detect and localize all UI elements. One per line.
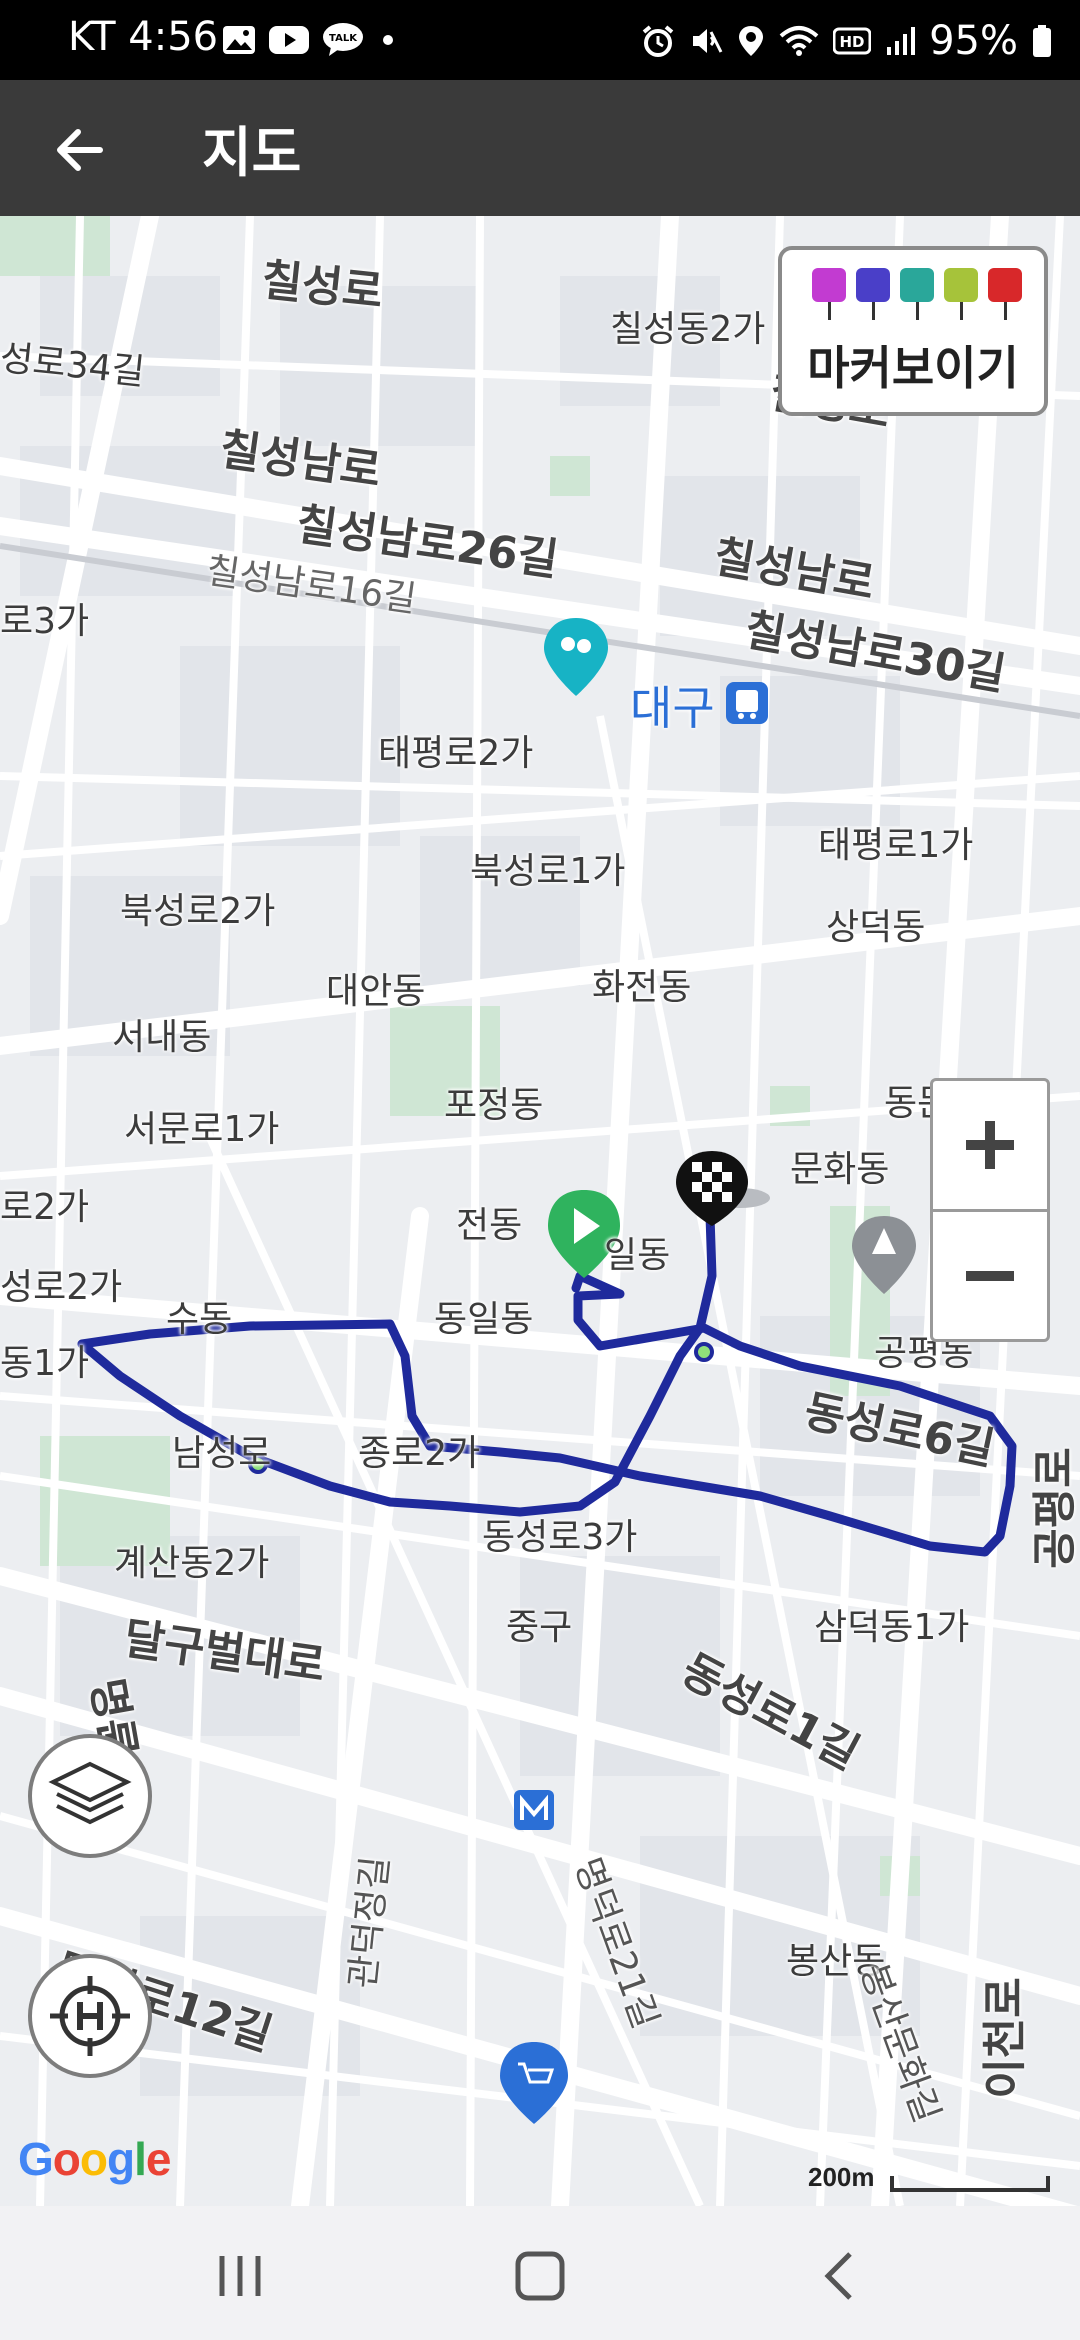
map-label-seongro-2ga: 성로2가 (0, 1267, 123, 1308)
map-label-seomun-ro-1ga: 서문로1가 (124, 1109, 280, 1150)
recent-apps-icon[interactable] (210, 2248, 270, 2304)
map-label-jeon-dong: 전동 (456, 1205, 523, 1246)
map-label-jung-gu: 중구 (506, 1607, 573, 1648)
metro-icon[interactable] (514, 1790, 554, 1830)
map-label-bukseong-ro-1ga: 북성로1가 (470, 851, 626, 892)
map-label-gongpyeong-ro: 공평로 (1029, 1447, 1080, 1569)
map-label-dongseong-ro-3ga: 동성로3가 (482, 1517, 638, 1558)
show-markers-label: 마커보이기 (807, 341, 1019, 395)
scale-bar (890, 2176, 1050, 2192)
zoom-controls (930, 1078, 1050, 1342)
train-station-icon[interactable] (726, 682, 768, 724)
map-label-chilseong-dong-2ga: 칠성동2가 (610, 309, 766, 350)
map-label-daean-dong: 대안동 (326, 971, 426, 1012)
map-label-hwajeon-dong: 화전동 (592, 967, 692, 1008)
home-location-button[interactable] (28, 1954, 152, 2078)
map-label-jongro-2ga: 종로2가 (358, 1433, 481, 1474)
mute-icon (693, 29, 723, 53)
system-nav-bar (0, 2206, 1080, 2340)
map-label-dong-1ga: 동1가 (0, 1343, 90, 1384)
google-attribution-text: Google (18, 2133, 171, 2185)
photo-marker-icon (812, 268, 846, 320)
map-label-taepyeong-ro-2ga: 태평로2가 (378, 733, 534, 774)
video-marker-icon (856, 268, 890, 320)
marker-flags (812, 268, 1022, 320)
layers-button[interactable] (28, 1734, 152, 1858)
signal-icon (887, 27, 916, 55)
talk-icon: TALK (323, 23, 363, 56)
map-label-pojeong-dong: 포정동 (444, 1085, 544, 1126)
status-bar: KT 4:56 TALK HD 95% (0, 0, 1080, 80)
back-icon[interactable] (810, 2248, 870, 2304)
map-label-seonae-dong: 서내동 (112, 1017, 212, 1058)
map-label-taepyeong-ro-1ga: 태평로1가 (818, 825, 974, 866)
map-label-il-dong: 일동 (604, 1235, 671, 1276)
map-base (0, 216, 1080, 2206)
back-arrow-icon[interactable] (48, 118, 112, 182)
map-label-chilseong-ro: 칠성로 (259, 254, 386, 319)
map-label-munhwa-dong: 문화동 (790, 1149, 890, 1190)
minus-icon (966, 1271, 1014, 1281)
alert-marker-icon (988, 268, 1022, 320)
map-label-gyesan-dong-2ga: 계산동2가 (114, 1543, 270, 1584)
battery-percent: 95% (929, 18, 1018, 64)
app-bar: 지도 (0, 80, 1080, 216)
youtube-icon (269, 26, 309, 54)
zoom-in-button[interactable] (933, 1081, 1047, 1209)
zoom-out-button[interactable] (933, 1212, 1047, 1340)
gallery-icon (223, 26, 255, 54)
google-attribution: Google (18, 2132, 171, 2186)
wifi-icon (779, 26, 819, 56)
map-label-bukseong-ro-2ga: 북성로2가 (120, 891, 276, 932)
hd-icon: HD (833, 27, 872, 55)
dot-icon (383, 35, 393, 45)
voice-marker-icon (900, 268, 934, 320)
layers-icon (48, 1761, 132, 1825)
scale-label: 200m (808, 2162, 875, 2192)
map-label-namseong-ro: 남성로 (172, 1433, 272, 1474)
map-view[interactable]: 칠성로 칠성동2가 성로34길 칠성로 칠성남로 칠성남로26길 칠성남로16길… (0, 216, 1080, 2206)
map-label-su-dong: 수동 (166, 1299, 233, 1340)
talk-badge-text: TALK (329, 33, 358, 44)
plus-icon (966, 1121, 1014, 1169)
page-title: 지도 (202, 121, 302, 184)
home-target-icon (50, 1976, 130, 2056)
map-label-sangdeok-dong: 상덕동 (826, 907, 926, 948)
show-markers-button[interactable]: 마커보이기 (778, 246, 1048, 416)
map-label-daegu-station: 대구 (630, 681, 715, 735)
location-icon (739, 26, 764, 56)
map-label-samdeok-dong-1ga: 삼덕동1가 (814, 1607, 970, 1648)
alarm-icon (642, 25, 674, 57)
map-label-ro-2ga: 로2가 (0, 1187, 90, 1228)
map-label-icheon-ro: 이천로 (979, 1977, 1031, 2099)
map-label-ro-3ga: 로3가 (0, 601, 90, 642)
battery-icon (1033, 25, 1051, 57)
status-time: KT 4:56 (68, 14, 219, 60)
home-icon[interactable] (510, 2248, 570, 2304)
memo-marker-icon (944, 268, 978, 320)
map-label-dongil-dong: 동일동 (434, 1299, 534, 1340)
hd-badge-text: HD (840, 33, 865, 51)
